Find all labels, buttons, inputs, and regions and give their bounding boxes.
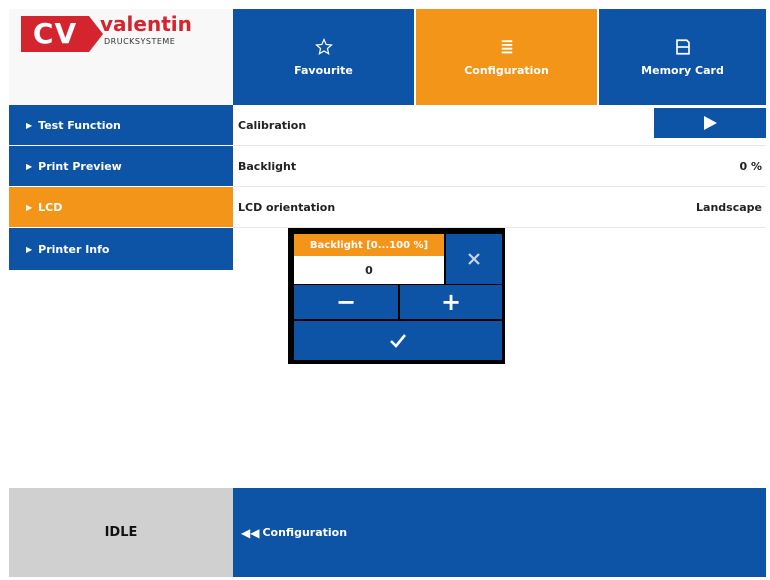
setting-value: Landscape [696, 200, 762, 214]
back-arrow-icon: ◀◀ [241, 525, 260, 540]
tab-favourite-label: Favourite [294, 63, 353, 77]
status-label: IDLE [9, 488, 233, 577]
breadcrumb: Configuration [262, 526, 348, 539]
close-icon [468, 253, 480, 265]
tab-memory-card-label: Memory Card [641, 63, 724, 77]
tab-configuration-label: Configuration [464, 63, 549, 77]
memory-card-icon [675, 38, 690, 55]
tab-configuration[interactable]: Configuration [416, 9, 599, 105]
sidebar-item-test-function[interactable]: ▶ Test Function [9, 105, 233, 145]
setting-label: LCD orientation [238, 200, 336, 214]
sidebar-item-label: LCD [38, 200, 63, 214]
chevron-right-icon: ▶ [26, 244, 33, 254]
sidebar-item-label: Print Preview [38, 159, 122, 173]
logo-mark: CV [21, 16, 89, 52]
sidebar-item-lcd[interactable]: ▶ LCD [9, 187, 233, 227]
calibration-start-button[interactable] [654, 108, 766, 138]
list-icon [501, 39, 512, 53]
tab-favourite[interactable]: Favourite [233, 9, 416, 105]
setting-value: 0 % [739, 159, 762, 173]
play-icon [704, 116, 717, 130]
dialog-value-field[interactable]: 0 [294, 256, 444, 284]
sidebar-item-label: Printer Info [38, 242, 110, 256]
sidebar-item-printer-info[interactable]: ▶ Printer Info [9, 228, 233, 270]
chevron-right-icon: ▶ [26, 202, 33, 212]
check-icon [390, 333, 407, 348]
setting-row-backlight[interactable]: Backlight 0 % [233, 146, 766, 187]
sidebar-item-print-preview[interactable]: ▶ Print Preview [9, 146, 233, 186]
dialog-close-button[interactable] [446, 234, 502, 284]
logo-subtitle: DRUCKSYSTEME [104, 37, 176, 46]
star-icon [314, 37, 333, 55]
sidebar-item-label: Test Function [38, 118, 121, 132]
confirm-button[interactable] [294, 321, 502, 360]
tab-memory-card[interactable]: Memory Card [599, 9, 766, 105]
decrement-button[interactable]: − [294, 285, 398, 319]
setting-label: Backlight [238, 159, 297, 173]
setting-row-lcd-orientation[interactable]: LCD orientation Landscape [233, 187, 766, 228]
dialog-title: Backlight [0...100 %] [294, 234, 444, 256]
setting-label: Calibration [238, 118, 307, 132]
logo-name: valentin [100, 12, 192, 36]
chevron-right-icon: ▶ [26, 120, 33, 130]
increment-button[interactable]: + [400, 285, 502, 319]
chevron-right-icon: ▶ [26, 161, 33, 171]
back-button[interactable]: ◀◀ Configuration [233, 488, 766, 577]
